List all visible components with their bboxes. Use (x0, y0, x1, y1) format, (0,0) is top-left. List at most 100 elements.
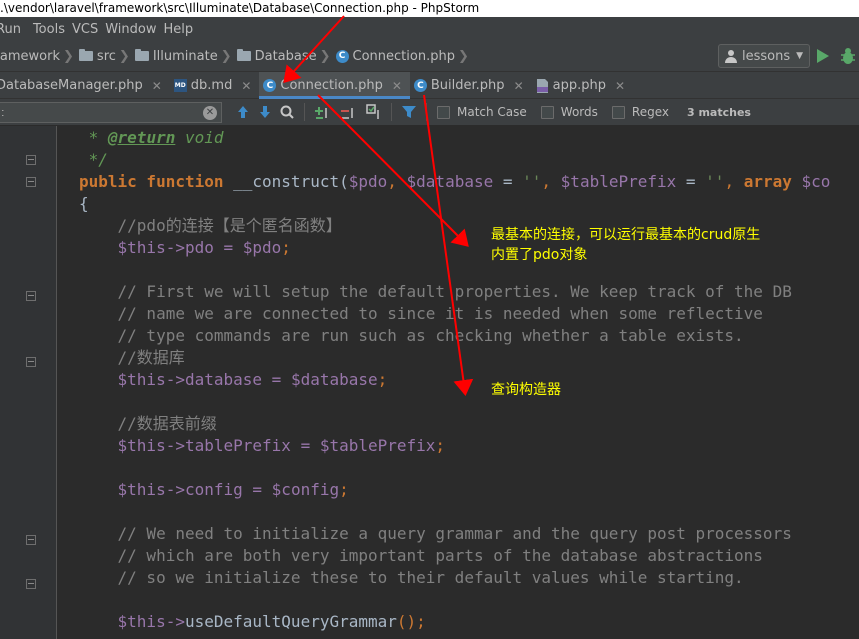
variable: $pdo (242, 238, 282, 257)
breadcrumb-item-src[interactable]: src (97, 49, 116, 64)
breadcrumb-item-illuminate[interactable]: Illuminate (153, 49, 218, 64)
member-access: ->database = (165, 370, 291, 389)
close-icon[interactable]: ✕ (514, 79, 524, 93)
function-name: __construct (223, 172, 340, 191)
select-all-occurrences-icon[interactable] (365, 103, 383, 121)
checkbox-box[interactable] (611, 105, 625, 119)
fold-marker-icon[interactable] (26, 155, 36, 165)
punctuation: , (541, 172, 561, 191)
regex-label: Regex (631, 105, 669, 119)
chevron-right-icon: ❯ (118, 48, 130, 64)
breadcrumb-item-framework[interactable]: framework (0, 49, 60, 64)
variable: $this (79, 436, 166, 455)
fold-marker-icon[interactable] (26, 579, 36, 589)
member-access: -> (165, 612, 185, 631)
words-label: Words (560, 105, 598, 119)
punctuation: ; (339, 480, 349, 499)
find-bar: ✕ Match Case Words Regex 3 matches (0, 99, 859, 126)
navigation-bar: framework ❯ src ❯ Illuminate ❯ Database … (0, 41, 859, 72)
menu-window[interactable]: Window (103, 22, 161, 37)
breadcrumb-item-connection[interactable]: Connection.php (353, 49, 455, 64)
member-access: ->config = (165, 480, 272, 499)
code-line: $this->database = $database; (79, 369, 388, 391)
fold-marker-icon[interactable] (26, 177, 36, 187)
match-count: 3 matches (686, 105, 751, 119)
divider (426, 103, 427, 121)
clear-search-icon[interactable]: ✕ (203, 105, 217, 120)
menu-bar: Run Tools VCS Window Help (0, 17, 859, 41)
menu-vcs[interactable]: VCS (70, 22, 103, 37)
code-line: $this->pdo = $pdo; (79, 237, 291, 259)
checkbox-box[interactable] (540, 105, 554, 119)
find-in-path-icon[interactable] (278, 103, 296, 121)
variable: $this (79, 370, 166, 389)
doc-comment: void (175, 128, 224, 147)
code-line: public function __construct($pdo, $datab… (79, 171, 830, 193)
close-icon[interactable]: ✕ (241, 79, 251, 93)
code-line: //数据表前缀 (79, 414, 217, 433)
fold-marker-icon[interactable] (26, 535, 36, 545)
run-configuration-select[interactable]: lessons ▼ (718, 44, 810, 68)
code-line: */ (79, 150, 108, 169)
string: '' (705, 172, 725, 191)
menu-tools[interactable]: Tools (31, 22, 70, 37)
variable: $database (406, 172, 494, 191)
close-icon[interactable]: ✕ (152, 79, 162, 93)
divider (391, 103, 392, 121)
breadcrumb-item-database[interactable]: Database (255, 49, 317, 64)
variable: $tablePrefix (319, 436, 436, 455)
code-line: // which are both very important parts o… (79, 546, 763, 565)
punctuation: ; (435, 436, 446, 455)
code-line: // so we initialize these to their defau… (79, 568, 744, 587)
variable: $tablePrefix (560, 172, 677, 191)
run-configuration-label: lessons (742, 48, 791, 64)
annotation-basic-connection: 最基本的连接，可以运行最基本的crud原生 内置了pdo对象 (491, 225, 760, 265)
code-line: //数据库 (79, 348, 185, 367)
folder-icon (236, 49, 251, 61)
code-editor[interactable]: * @return void */ public function __cons… (0, 126, 859, 639)
variable: $this (79, 238, 166, 257)
previous-occurrence-icon[interactable] (234, 103, 252, 121)
next-occurrence-icon[interactable] (256, 103, 274, 121)
search-input[interactable] (0, 105, 189, 119)
close-icon[interactable]: ✕ (615, 79, 625, 93)
checkbox-box[interactable] (437, 105, 450, 119)
tab-databasemanager[interactable]: DatabaseManager.php ✕ (0, 72, 170, 99)
annotation-text: 内置了pdo对象 (491, 247, 588, 263)
run-icon[interactable] (817, 49, 829, 63)
code-line: // First we will setup the default prope… (79, 282, 792, 301)
tab-connection[interactable]: C Connection.php ✕ (259, 72, 410, 99)
regex-checkbox[interactable]: Regex (611, 105, 669, 119)
debug-icon[interactable] (840, 47, 856, 65)
match-case-label: Match Case (457, 105, 527, 119)
variable: $this (79, 480, 166, 499)
chevron-right-icon: ❯ (319, 48, 331, 64)
add-occurrence-icon[interactable] (313, 103, 331, 121)
chevron-right-icon: ❯ (220, 48, 232, 64)
operator: = (493, 172, 523, 191)
tab-db-md[interactable]: MD db.md ✕ (170, 72, 260, 99)
tab-app[interactable]: app.php ✕ (532, 72, 633, 99)
folder-icon (134, 49, 149, 61)
menu-help[interactable]: Help (161, 22, 198, 37)
editor-gutter (0, 126, 57, 639)
punctuation: ; (377, 370, 388, 389)
doc-tag: @return (107, 128, 176, 147)
close-icon[interactable]: ✕ (392, 79, 402, 93)
fold-marker-icon[interactable] (26, 357, 36, 367)
code-line: $this->tablePrefix = $tablePrefix; (79, 435, 446, 457)
member-access: ->tablePrefix = (165, 436, 320, 455)
class-icon: C (263, 79, 277, 92)
words-checkbox[interactable]: Words (540, 105, 598, 119)
fold-marker-icon[interactable] (26, 291, 36, 301)
match-case-checkbox[interactable]: Match Case (437, 105, 527, 119)
remove-occurrence-icon[interactable] (339, 103, 357, 121)
method-call: useDefaultQueryGrammar (184, 612, 397, 631)
folder-icon (78, 49, 93, 61)
code-line: // name we are connected to since it is … (79, 304, 763, 323)
code-line: // We need to initialize a query grammar… (79, 524, 792, 543)
breadcrumb: framework ❯ src ❯ Illuminate ❯ Database … (0, 49, 474, 64)
tab-builder[interactable]: C Builder.php ✕ (410, 72, 532, 99)
filter-icon[interactable] (400, 103, 418, 121)
menu-run[interactable]: Run (0, 22, 31, 37)
